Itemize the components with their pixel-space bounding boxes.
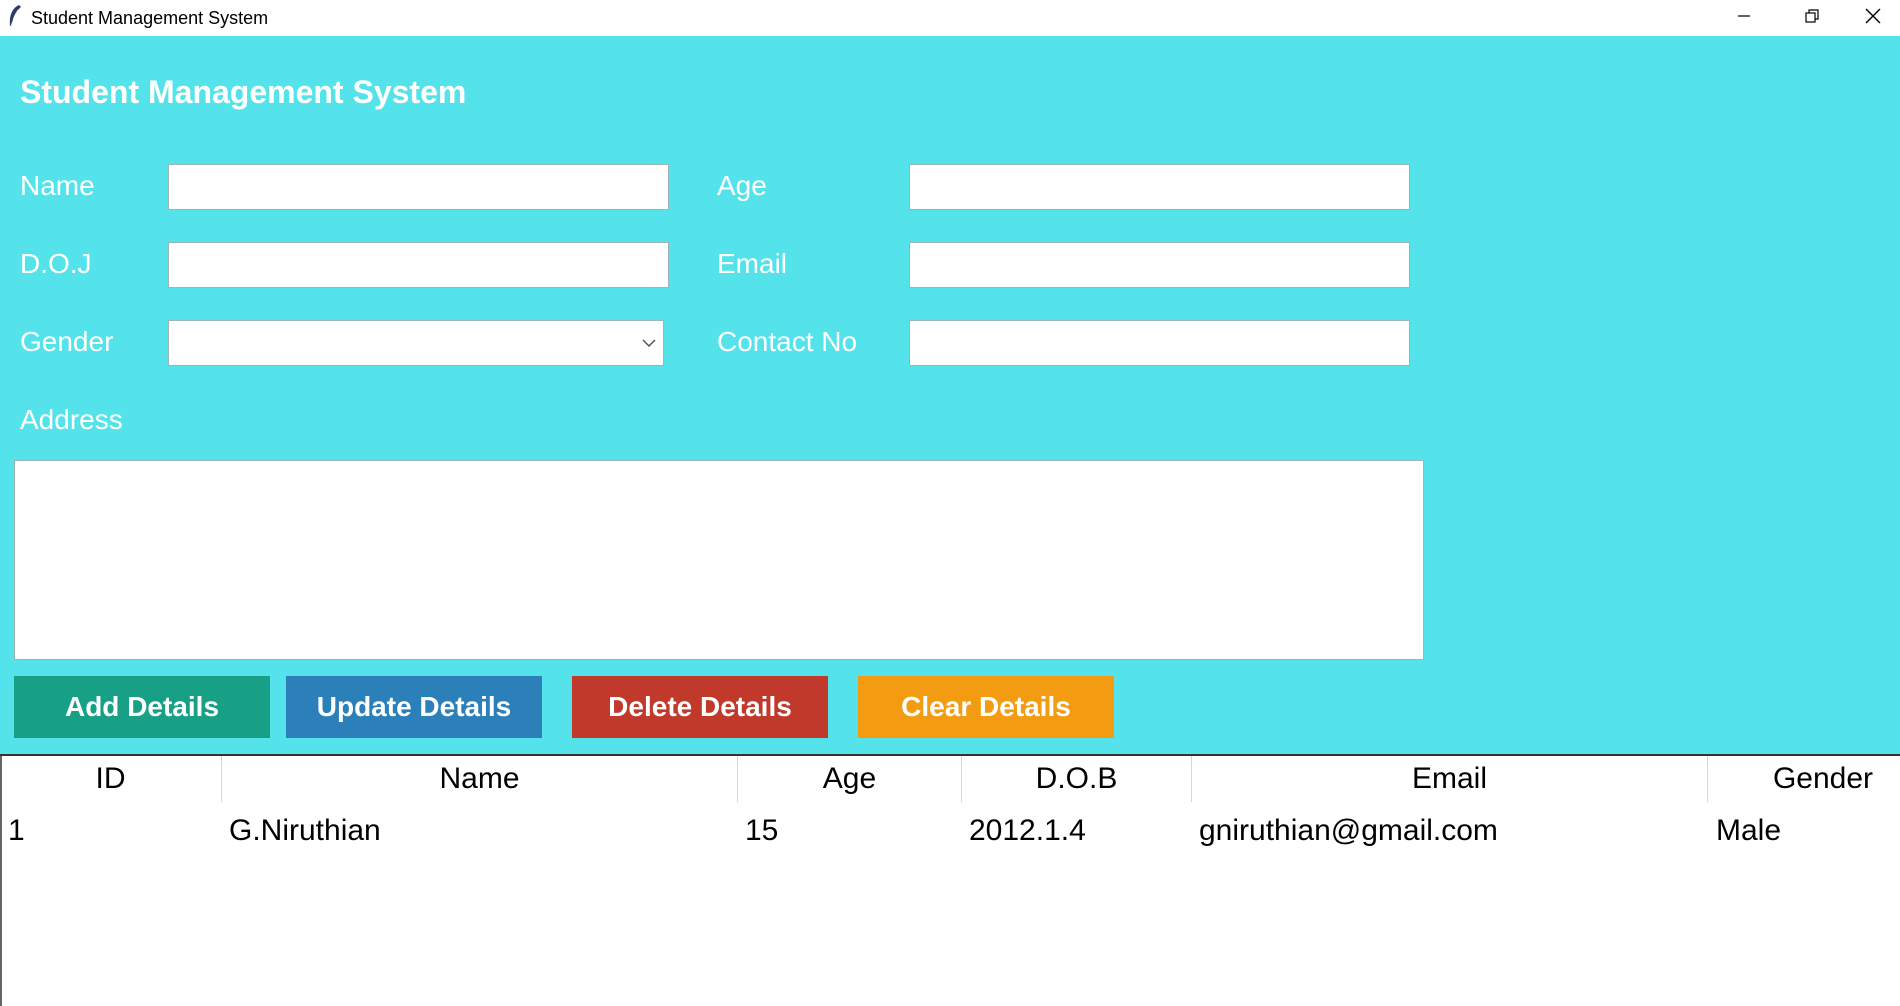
delete-details-button[interactable]: Delete Details — [572, 676, 828, 738]
doj-label: D.O.J — [20, 248, 92, 279]
title-bar: Student Management System — [0, 0, 1900, 36]
app-heading: Student Management System — [20, 74, 467, 110]
row-age: 15 — [745, 814, 779, 847]
column-header-age[interactable]: Age — [738, 756, 962, 802]
gender-select[interactable] — [168, 320, 664, 366]
form-panel: Student Management System Name Age D.O.J… — [0, 36, 1900, 754]
address-label: Address — [20, 404, 123, 435]
column-header-name[interactable]: Name — [222, 756, 738, 802]
close-button[interactable] — [1846, 0, 1900, 36]
age-input[interactable] — [909, 164, 1410, 210]
column-header-id[interactable]: ID — [0, 756, 222, 802]
row-email: gniruthian@gmail.com — [1199, 814, 1498, 847]
restore-icon — [1804, 8, 1820, 28]
name-label: Name — [20, 170, 95, 201]
restore-button[interactable] — [1778, 0, 1846, 36]
email-input[interactable] — [909, 242, 1410, 288]
update-details-button[interactable]: Update Details — [286, 676, 542, 738]
minimize-icon — [1736, 8, 1752, 28]
column-header-email[interactable]: Email — [1192, 756, 1708, 802]
row-dob: 2012.1.4 — [969, 814, 1086, 847]
row-id: 1 — [8, 814, 25, 847]
gender-label: Gender — [20, 326, 114, 357]
chevron-down-icon[interactable] — [635, 326, 663, 360]
address-textarea[interactable] — [14, 460, 1424, 660]
age-label: Age — [717, 170, 767, 201]
email-label: Email — [717, 248, 788, 279]
row-gender: Male — [1716, 814, 1782, 847]
feather-icon — [6, 4, 24, 28]
name-input[interactable] — [168, 164, 669, 210]
students-table[interactable]: ID Name Age D.O.B Email Gender 1 G.Nirut… — [0, 754, 1900, 1006]
window-title: Student Management System — [31, 8, 269, 28]
minimize-button[interactable] — [1710, 0, 1778, 36]
contact-input[interactable] — [909, 320, 1410, 366]
row-name: G.Niruthian — [229, 814, 381, 847]
add-details-button[interactable]: Add Details — [14, 676, 270, 738]
column-header-dob[interactable]: D.O.B — [962, 756, 1192, 802]
close-icon — [1864, 7, 1882, 29]
contact-label: Contact No — [717, 326, 858, 357]
clear-details-button[interactable]: Clear Details — [858, 676, 1114, 738]
column-header-gender[interactable]: Gender — [1708, 756, 1900, 802]
doj-input[interactable] — [168, 242, 669, 288]
